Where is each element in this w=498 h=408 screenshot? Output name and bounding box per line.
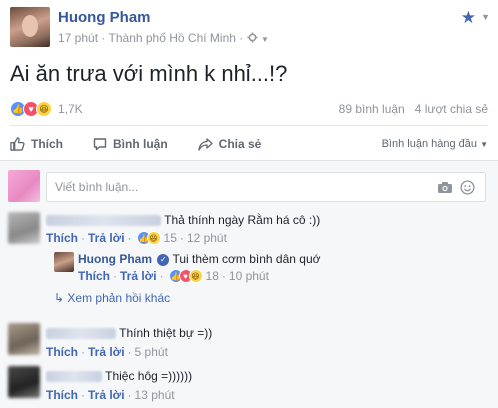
comment-like-button[interactable]: Thích <box>46 345 78 359</box>
comment-time[interactable]: 5 phút <box>135 345 168 359</box>
comment-actions: Thích · Trả lời · 5 phút <box>46 345 168 359</box>
divider <box>10 125 488 126</box>
comment-sort-dropdown[interactable]: Bình luận hàng đầu ▼ <box>382 138 488 150</box>
separator: · <box>159 269 164 283</box>
post-meta: 17 phút · Thành phố Hồ Chí Minh · ▼ <box>58 31 269 45</box>
comment-bubble-icon <box>93 138 107 151</box>
comment-body: Thả thính ngày Rằm há cô :)) <box>46 213 320 227</box>
comment-like-button[interactable]: Thích <box>46 231 78 245</box>
comment-time[interactable]: 13 phút <box>135 388 175 402</box>
comment-input[interactable] <box>47 173 407 201</box>
separator: · <box>113 269 117 283</box>
meta-separator: · <box>101 31 109 45</box>
reply-author-name[interactable]: Huong Pham <box>78 252 152 266</box>
camera-icon[interactable] <box>437 181 453 194</box>
comment-text: Thính thiệt bự =)) <box>119 326 213 340</box>
emoji-icon[interactable] <box>460 180 475 195</box>
commenter-name[interactable] <box>46 328 116 340</box>
commenter-avatar[interactable] <box>8 212 40 244</box>
comment-actions: Thích · Trả lời · 👍 😆 15 · 12 phút <box>46 231 227 245</box>
privacy-settings-icon <box>247 32 258 43</box>
reaction-count[interactable]: 1,7K <box>58 102 83 116</box>
separator: · <box>81 388 85 402</box>
view-more-replies-label: Xem phản hồi khác <box>67 291 171 305</box>
comment-button[interactable]: Bình luận <box>93 137 168 151</box>
reply-reaction-count[interactable]: 18 <box>206 269 219 283</box>
commenter-avatar[interactable] <box>8 323 40 355</box>
meta-separator: · <box>239 31 247 45</box>
reply-text: Tui thèm cơm bình dân quớ <box>172 252 321 266</box>
comment-input-box[interactable] <box>46 172 486 202</box>
comment-text: Thả thính ngày Rằm há cô :)) <box>164 213 321 227</box>
comment-reply-button[interactable]: Trả lời <box>88 388 125 402</box>
current-user-avatar[interactable] <box>8 170 40 202</box>
view-more-replies-link[interactable]: ↳ Xem phản hồi khác <box>54 291 170 305</box>
haha-reaction-icon: 😆 <box>36 101 52 117</box>
share-count[interactable]: 4 lượt chia sẻ <box>415 102 488 116</box>
post-stats: 89 bình luận 4 lượt chia sẻ <box>339 102 488 116</box>
comment-reply-button[interactable]: Trả lời <box>88 231 125 245</box>
comment-like-button[interactable]: Thích <box>46 388 78 402</box>
post-author-name[interactable]: Huong Pham <box>58 9 151 26</box>
comment-reactions[interactable]: 👍 😆 <box>136 231 161 245</box>
reply-time[interactable]: 10 phút <box>229 269 269 283</box>
comment-reaction-count[interactable]: 15 <box>164 231 177 245</box>
comment-sort-label: Bình luận hàng đầu <box>381 138 478 150</box>
commenter-name[interactable] <box>46 215 161 227</box>
favorite-star-icon[interactable]: ★ <box>461 8 476 28</box>
comment-actions: Thích · Trả lời · 13 phút <box>46 388 175 402</box>
comment-text: Thiệc hôg =)))))) <box>105 369 193 383</box>
separator: · <box>179 231 184 245</box>
post-action-bar: Thích Bình luận Chia sẻ <box>10 133 291 155</box>
separator: · <box>221 269 226 283</box>
comment-button-label: Bình luận <box>113 137 168 151</box>
post-options-chevron-icon[interactable]: ▼ <box>481 12 490 22</box>
post-location[interactable]: Thành phố Hồ Chí Minh <box>109 31 236 45</box>
verified-badge-icon: ✓ <box>157 253 170 266</box>
share-button-label: Chia sẻ <box>218 137 262 151</box>
haha-reaction-icon: 😆 <box>146 231 161 245</box>
like-button[interactable]: Thích <box>10 137 63 151</box>
reply-reactions[interactable]: 👍 ♥ 😆 <box>168 269 203 283</box>
share-arrow-icon <box>198 137 213 151</box>
comment-body: Thính thiệt bự =)) <box>46 326 212 340</box>
commenter-name[interactable] <box>46 371 102 383</box>
reaction-summary[interactable]: 👍 ♥ 😆 1,7K <box>10 100 83 118</box>
like-button-label: Thích <box>31 137 63 151</box>
comment-body: Thiệc hôg =)))))) <box>46 369 192 383</box>
separator: · <box>127 345 132 359</box>
reply-author-avatar[interactable] <box>54 252 74 272</box>
comment-count[interactable]: 89 bình luận <box>339 102 405 116</box>
privacy-dropdown-icon[interactable]: ▼ <box>261 35 269 44</box>
reply-reply-button[interactable]: Trả lời <box>120 269 157 283</box>
share-button[interactable]: Chia sẻ <box>198 137 262 151</box>
separator: · <box>127 231 132 245</box>
reply-actions: Thích · Trả lời · 👍 ♥ 😆 18 · 10 phút <box>78 269 269 283</box>
comment-time[interactable]: 12 phút <box>187 231 227 245</box>
haha-reaction-icon: 😆 <box>188 269 203 283</box>
separator: · <box>81 345 85 359</box>
author-avatar[interactable] <box>10 7 50 47</box>
post-status-text: Ai ăn trưa với mình k nhỉ...!? <box>10 61 288 86</box>
comment-reply-button[interactable]: Trả lời <box>88 345 125 359</box>
reply-header: Huong Pham ✓ Tui thèm cơm bình dân quớ <box>78 252 321 266</box>
sort-chevron-down-icon: ▼ <box>480 140 488 149</box>
separator: · <box>81 231 85 245</box>
commenter-avatar[interactable] <box>8 366 40 398</box>
post-time[interactable]: 17 phút <box>58 31 98 45</box>
separator: · <box>127 388 132 402</box>
thumbs-up-icon <box>10 137 25 151</box>
reply-arrow-icon: ↳ <box>54 291 65 305</box>
reply-like-button[interactable]: Thích <box>78 269 110 283</box>
